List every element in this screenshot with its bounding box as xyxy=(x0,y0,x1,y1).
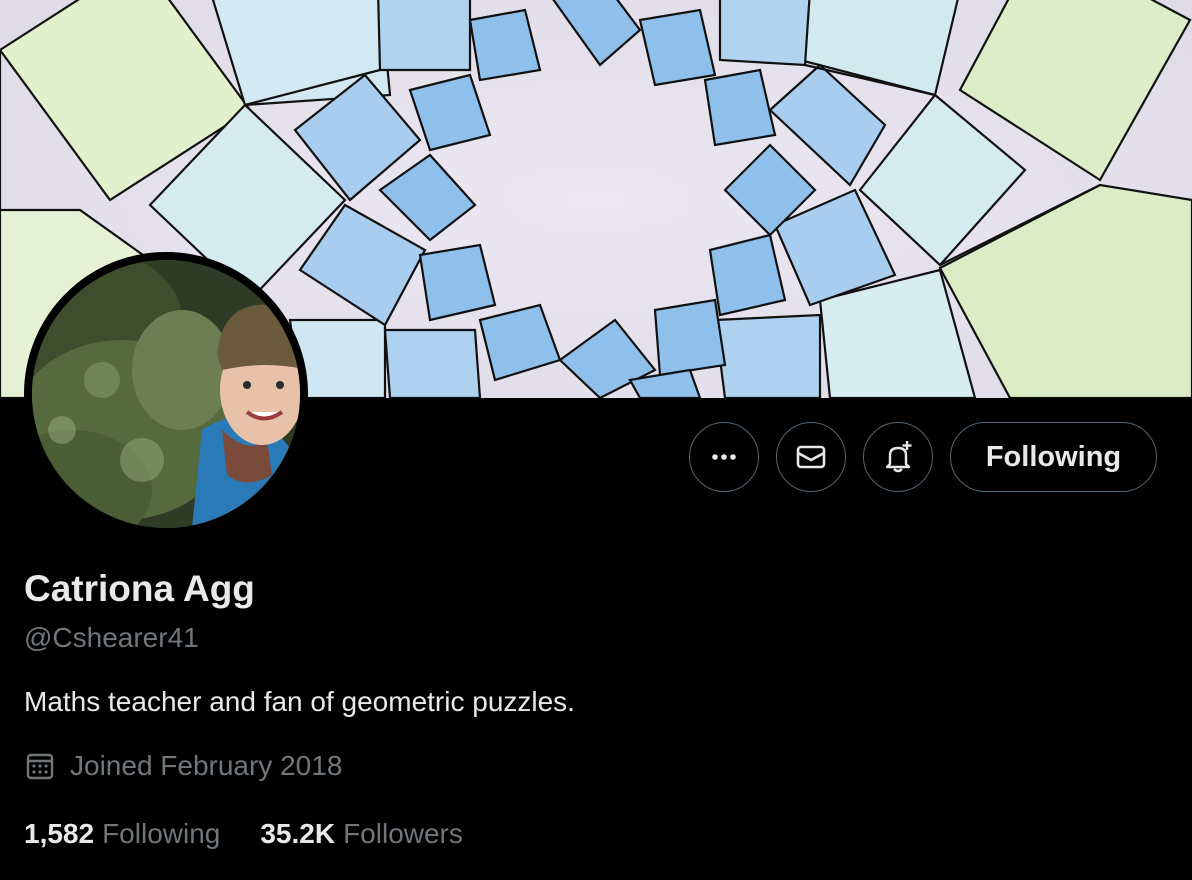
following-stat-label: Following xyxy=(102,818,221,849)
more-icon xyxy=(712,454,736,460)
message-button[interactable] xyxy=(776,422,846,492)
calendar-icon xyxy=(26,753,54,780)
join-date-text: Joined February 2018 xyxy=(70,750,343,781)
display-name: Catriona Agg xyxy=(24,568,255,609)
mail-icon xyxy=(796,445,826,469)
followers-stat-label: Followers xyxy=(343,818,463,849)
bell-plus-icon xyxy=(885,441,912,473)
followers-count: 35.2K xyxy=(260,818,336,849)
notifications-button[interactable] xyxy=(863,422,933,492)
profile-actions: Following xyxy=(689,422,1157,492)
join-date: Joined February 2018 xyxy=(24,750,342,782)
followers-stat-link[interactable]: 35.2K Followers xyxy=(260,818,463,850)
more-button[interactable] xyxy=(689,422,759,492)
profile-avatar[interactable] xyxy=(24,252,308,536)
avatar-photo xyxy=(32,260,300,528)
following-button[interactable]: Following xyxy=(950,422,1157,492)
user-bio: Maths teacher and fan of geometric puzzl… xyxy=(24,686,575,717)
profile-stats: 1,582 Following 35.2K Followers xyxy=(24,818,463,850)
following-count: 1,582 xyxy=(24,818,95,849)
user-handle: @Cshearer41 xyxy=(24,622,199,653)
following-stat-link[interactable]: 1,582 Following xyxy=(24,818,220,850)
